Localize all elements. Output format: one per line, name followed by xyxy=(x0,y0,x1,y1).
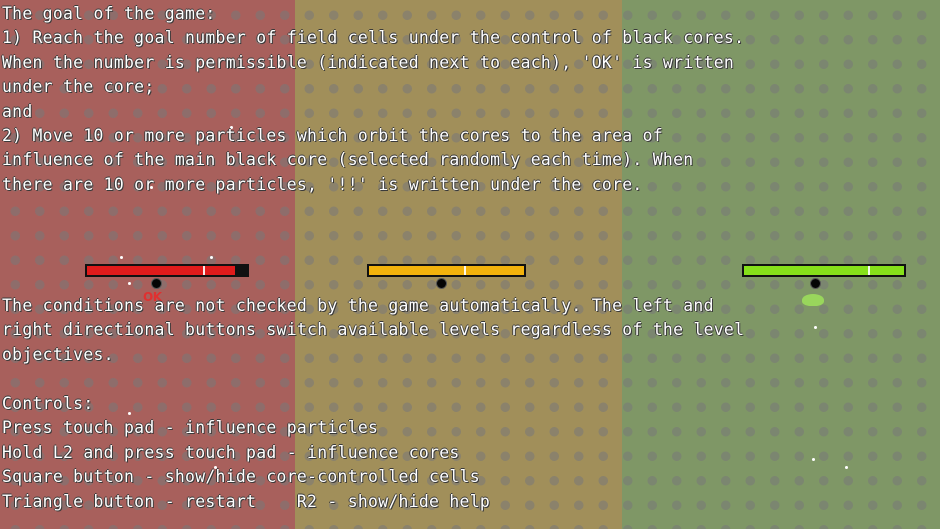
yellow-core[interactable] xyxy=(436,278,447,289)
particle xyxy=(128,282,131,285)
green-core[interactable] xyxy=(810,278,821,289)
yellow-core-influence-bar xyxy=(367,264,526,277)
particle xyxy=(845,466,848,469)
particle xyxy=(812,458,815,461)
green-core-cell-cluster xyxy=(802,294,824,306)
help-controls-text: Controls: Press touch pad - influence pa… xyxy=(2,394,491,511)
particle xyxy=(120,256,123,259)
green-core-influence-bar xyxy=(742,264,906,277)
red-core-influence-bar xyxy=(85,264,249,277)
particle xyxy=(210,256,213,259)
help-conditions-text: The conditions are not checked by the ga… xyxy=(2,296,745,364)
help-goal-text: The goal of the game: 1) Reach the goal … xyxy=(2,4,745,194)
particle xyxy=(814,326,817,329)
red-core[interactable] xyxy=(151,278,162,289)
